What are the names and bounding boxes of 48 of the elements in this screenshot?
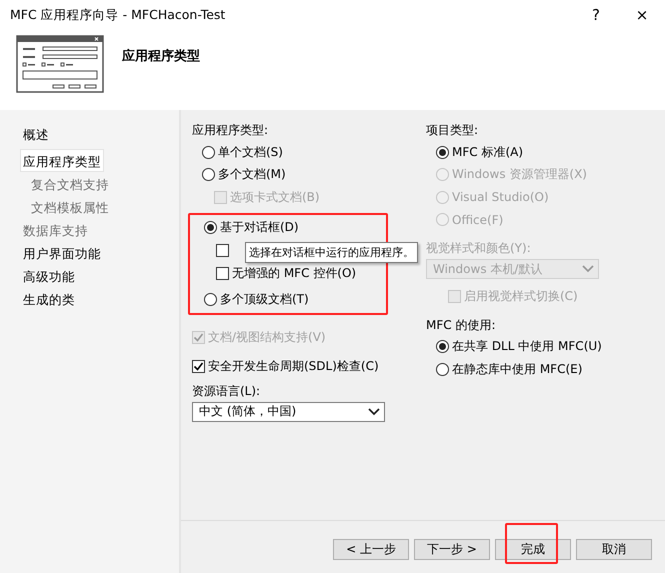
radio-label: 多个顶级文档(T) (220, 290, 309, 308)
chevron-down-icon (582, 265, 594, 273)
radio-button[interactable] (436, 362, 449, 376)
radio-button[interactable] (204, 292, 217, 306)
checkbox[interactable] (216, 244, 229, 256)
radio-label: 多个文档(M) (218, 166, 286, 184)
checkbox[interactable] (192, 360, 205, 373)
checkbox-label: 选项卡式文档(B) (230, 188, 320, 206)
wizard-button[interactable]: < 上一步 (333, 539, 409, 560)
radio-label: MFC 标准(A) (452, 144, 524, 161)
group-label: 应用程序类型: (192, 122, 268, 139)
checkbox-label: 无增强的 MFC 控件(O) (232, 264, 356, 282)
radio-button[interactable] (202, 168, 215, 182)
tooltip: 选择在对话框中运行的应用程序。 (245, 242, 418, 263)
checkbox-label: 安全开发生命周期(SDL)检查(C) (208, 358, 379, 375)
help-button[interactable]: ? (573, 6, 619, 24)
page-heading: 应用程序类型 (122, 48, 200, 65)
radio-label: 基于对话框(D) (220, 218, 299, 236)
field-label: 视觉样式和颜色(Y): (426, 240, 531, 257)
close-button[interactable]: × (619, 6, 665, 24)
wizard-button[interactable]: 取消 (576, 539, 652, 560)
radio-label: 在静态库中使用 MFC(E) (452, 360, 582, 378)
group-label: MFC 的使用: (426, 316, 496, 334)
field-label: 资源语言(L): (192, 382, 260, 400)
sidebar-item[interactable]: 用户界面功能 (20, 241, 104, 264)
group-label: 项目类型: (426, 122, 478, 139)
radio-label: Visual Studio(O) (452, 190, 549, 204)
radio-label: Office(F) (452, 212, 504, 227)
radio-label: Windows 资源管理器(X) (452, 166, 587, 184)
radio-button[interactable] (202, 146, 215, 159)
sidebar-item[interactable]: 应用程序类型 (20, 149, 104, 172)
wizard-button[interactable]: 完成 (495, 539, 571, 560)
checkbox[interactable] (216, 266, 229, 280)
radio-button[interactable] (436, 340, 449, 354)
radio-label: 在共享 DLL 中使用 MFC(U) (452, 338, 602, 356)
checkbox-label: 文档/视图结构支持(V) (208, 329, 326, 346)
dialog-window-icon (16, 35, 104, 93)
radio-button[interactable] (204, 220, 217, 234)
wizard-button[interactable]: 下一步 > (414, 539, 490, 560)
window-title: MFC 应用程序向导 - MFCHacon-Test (10, 6, 226, 24)
checkbox-label: 启用视觉样式切换(C) (464, 288, 578, 305)
chevron-down-icon (368, 408, 380, 416)
radio-label: 单个文档(S) (218, 144, 283, 161)
dropdown[interactable]: 中文 (简体，中国) (192, 402, 385, 422)
radio-button[interactable] (436, 146, 449, 159)
sidebar-item[interactable]: 生成的类 (20, 287, 78, 310)
sidebar-item[interactable]: 概述 (20, 122, 52, 145)
sidebar-item[interactable]: 高级功能 (20, 264, 78, 287)
